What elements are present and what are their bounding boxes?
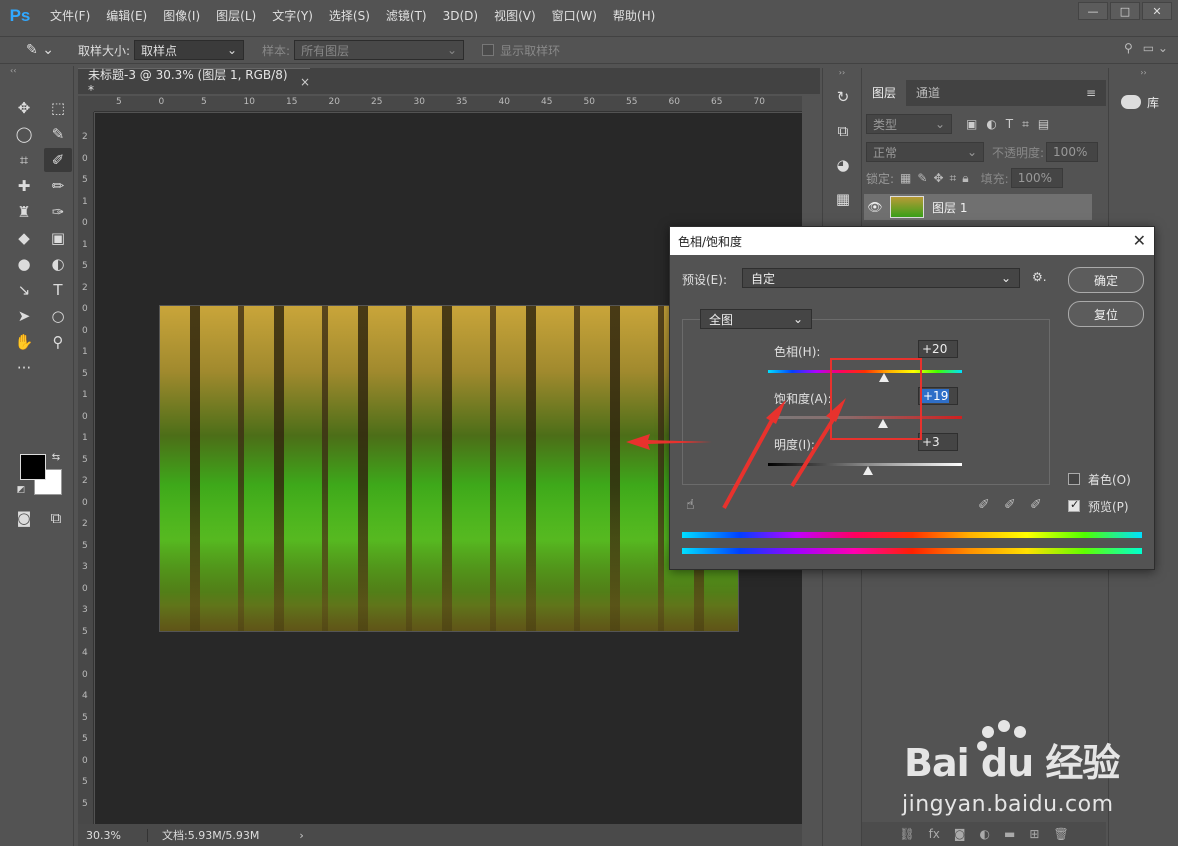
arrow-shaft-1 bbox=[722, 419, 774, 509]
arrow-head-2 bbox=[826, 398, 846, 422]
arrow-head-1 bbox=[766, 400, 786, 424]
arrow-shaft-2 bbox=[790, 416, 836, 488]
baidu-watermark: Bai du 经验 jingyan.baidu.com bbox=[900, 720, 1140, 830]
watermark-brand: Bai du 经验 bbox=[904, 741, 1120, 785]
watermark-url: jingyan.baidu.com bbox=[902, 792, 1114, 817]
photoshop-window: Ps 文件(F) 编辑(E) 图像(I) 图层(L) 文字(Y) 选择(S) 滤镜(T) 3D… bbox=[0, 0, 1178, 846]
arrow-to-image bbox=[626, 434, 712, 450]
